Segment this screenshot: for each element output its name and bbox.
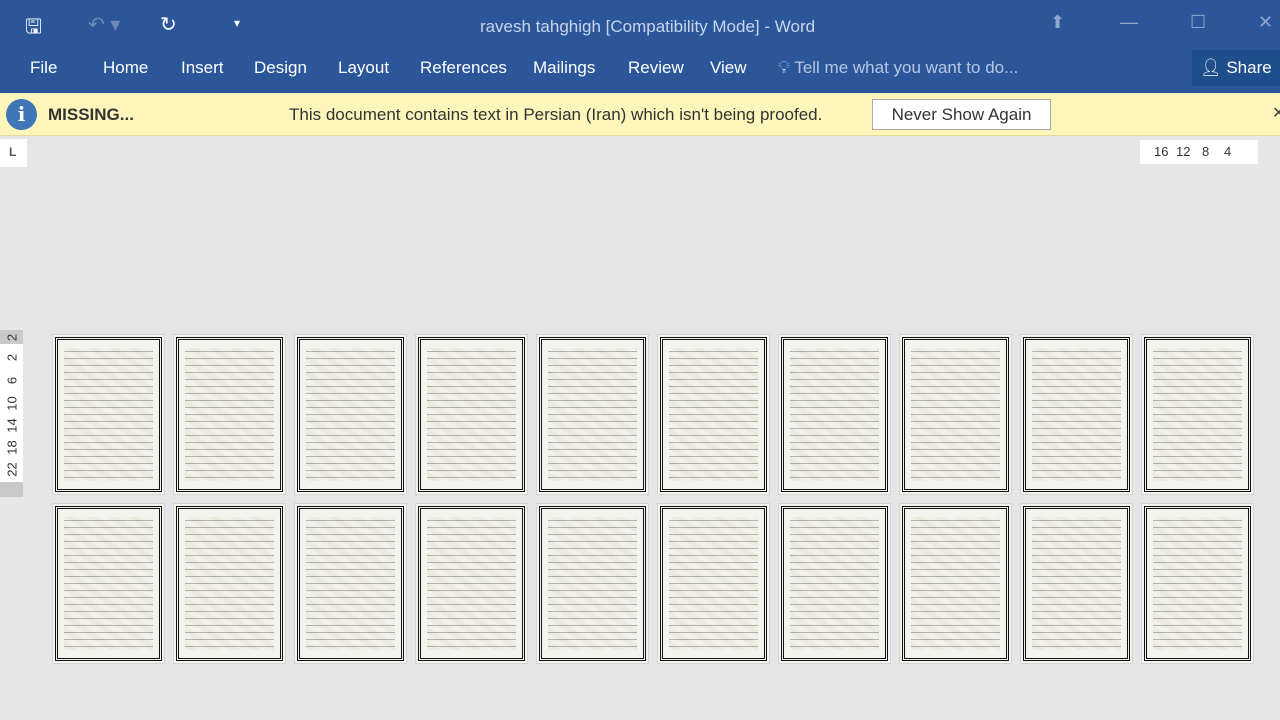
page-content (781, 337, 888, 492)
ruler-label: 4 (1224, 144, 1232, 159)
page-content (1023, 506, 1130, 661)
message-title: MISSING... (48, 105, 134, 124)
page-thumbnail[interactable] (415, 334, 528, 495)
page-content (660, 337, 767, 492)
page-content (297, 506, 404, 661)
page-content (55, 337, 162, 492)
ruler-label: 12 (1176, 144, 1191, 159)
person-add-icon: 👤︎ (1200, 58, 1222, 77)
tab-review[interactable]: Review (628, 58, 684, 78)
maximize-icon[interactable]: ☐ (1190, 12, 1206, 33)
ruler-label: 2 (4, 333, 20, 342)
ruler-label: 6 (4, 376, 20, 385)
tab-file[interactable]: File (30, 58, 57, 78)
page-thumbnail[interactable] (536, 503, 649, 664)
page-content (902, 506, 1009, 661)
page-thumbnail[interactable] (173, 503, 286, 664)
page-content (1144, 337, 1251, 492)
message-bar: i MISSING... This document contains text… (0, 93, 1280, 136)
page-thumbnail[interactable] (1020, 334, 1133, 495)
page-thumbnail[interactable] (899, 334, 1012, 495)
page-thumbnail[interactable] (536, 334, 649, 495)
share-button[interactable]: 👤︎ Share (1192, 50, 1280, 86)
page-thumbnail[interactable] (173, 334, 286, 495)
page-content (902, 337, 1009, 492)
page-thumbnail[interactable] (1141, 503, 1254, 664)
close-icon[interactable]: ✕ (1258, 12, 1273, 33)
never-show-again-button[interactable]: Never Show Again (872, 99, 1051, 130)
ruler-label: 18 (4, 440, 20, 455)
tab-home[interactable]: Home (103, 58, 148, 78)
page-content (55, 506, 162, 661)
page-thumbnail[interactable] (778, 503, 891, 664)
ruler-label: 14 (4, 418, 20, 433)
page-thumbnail[interactable] (778, 334, 891, 495)
page-thumbnail[interactable] (52, 503, 165, 664)
page-content (660, 506, 767, 661)
page-thumbnail[interactable] (657, 334, 770, 495)
page-content (539, 337, 646, 492)
minimize-icon[interactable]: — (1120, 12, 1138, 33)
ribbon-display-options-icon[interactable]: ⬆ (1050, 12, 1065, 33)
tab-mailings[interactable]: Mailings (533, 58, 595, 78)
page-content (1144, 506, 1251, 661)
message-text: This document contains text in Persian (… (289, 105, 823, 124)
page-thumbnail[interactable] (415, 503, 528, 664)
page-content (418, 506, 525, 661)
page-content (297, 337, 404, 492)
ruler-label: 22 (4, 462, 20, 477)
window-title: ravesh tahghigh [Compatibility Mode] - W… (479, 17, 816, 36)
page-thumbnail[interactable] (294, 503, 407, 664)
page-content (418, 337, 525, 492)
page-thumbnail[interactable] (294, 334, 407, 495)
page-thumbnail[interactable] (1020, 503, 1133, 664)
lightbulb-icon: 💡︎ (778, 58, 790, 77)
tab-view[interactable]: View (710, 58, 747, 78)
ruler-label: 2 (4, 353, 20, 362)
horizontal-ruler[interactable]: 16 12 8 4 (1140, 140, 1258, 164)
page-thumbnail[interactable] (657, 503, 770, 664)
vertical-ruler[interactable]: 2 2 6 10 14 18 22 (0, 330, 23, 497)
tab-insert[interactable]: Insert (181, 58, 224, 78)
title-bar: 🖫 ↶ ▾ ↻ ▾ ravesh tahghigh [Compatibility… (0, 0, 1280, 48)
info-icon: i (6, 99, 37, 130)
tab-layout[interactable]: Layout (338, 58, 389, 78)
tell-me-placeholder: Tell me what you want to do... (794, 58, 1019, 77)
ruler-label: 10 (4, 396, 20, 411)
page-content (176, 337, 283, 492)
ruler-label: 16 (1154, 144, 1169, 159)
tab-selector[interactable]: L (0, 139, 27, 167)
page-content (1023, 337, 1130, 492)
close-message-icon[interactable]: ✕ (1272, 103, 1280, 123)
page-thumbnail[interactable] (899, 503, 1012, 664)
page-thumbnail[interactable] (52, 334, 165, 495)
page-thumbnail[interactable] (1141, 334, 1254, 495)
page-content (781, 506, 888, 661)
tab-references[interactable]: References (420, 58, 507, 78)
ribbon-tabs: File Home Insert Design Layout Reference… (0, 48, 1280, 93)
tell-me-search[interactable]: 💡︎ Tell me what you want to do... (778, 58, 1018, 78)
tab-design[interactable]: Design (254, 58, 307, 78)
ruler-label: 8 (1202, 144, 1210, 159)
page-content (539, 506, 646, 661)
page-content (176, 506, 283, 661)
share-label: Share (1226, 58, 1272, 77)
